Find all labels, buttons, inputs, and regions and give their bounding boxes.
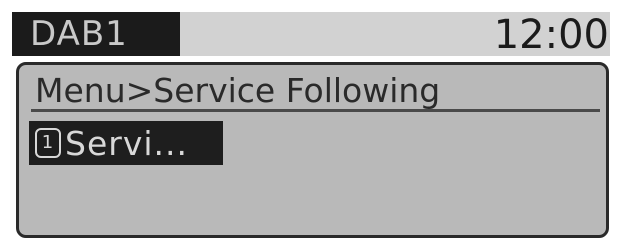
- radio-display: DAB1 12:00 Menu>Service Following 1 Serv…: [0, 0, 619, 244]
- source-label: DAB1: [12, 12, 180, 56]
- menu-panel: Menu>Service Following 1 Servi...: [16, 62, 609, 238]
- divider: [31, 109, 600, 112]
- list-item-label: Servi...: [65, 123, 188, 163]
- clock: 12:00: [493, 12, 609, 58]
- breadcrumb: Menu>Service Following: [35, 71, 441, 110]
- list-item-selected[interactable]: 1 Servi...: [29, 121, 223, 165]
- preset-number-badge: 1: [35, 128, 61, 158]
